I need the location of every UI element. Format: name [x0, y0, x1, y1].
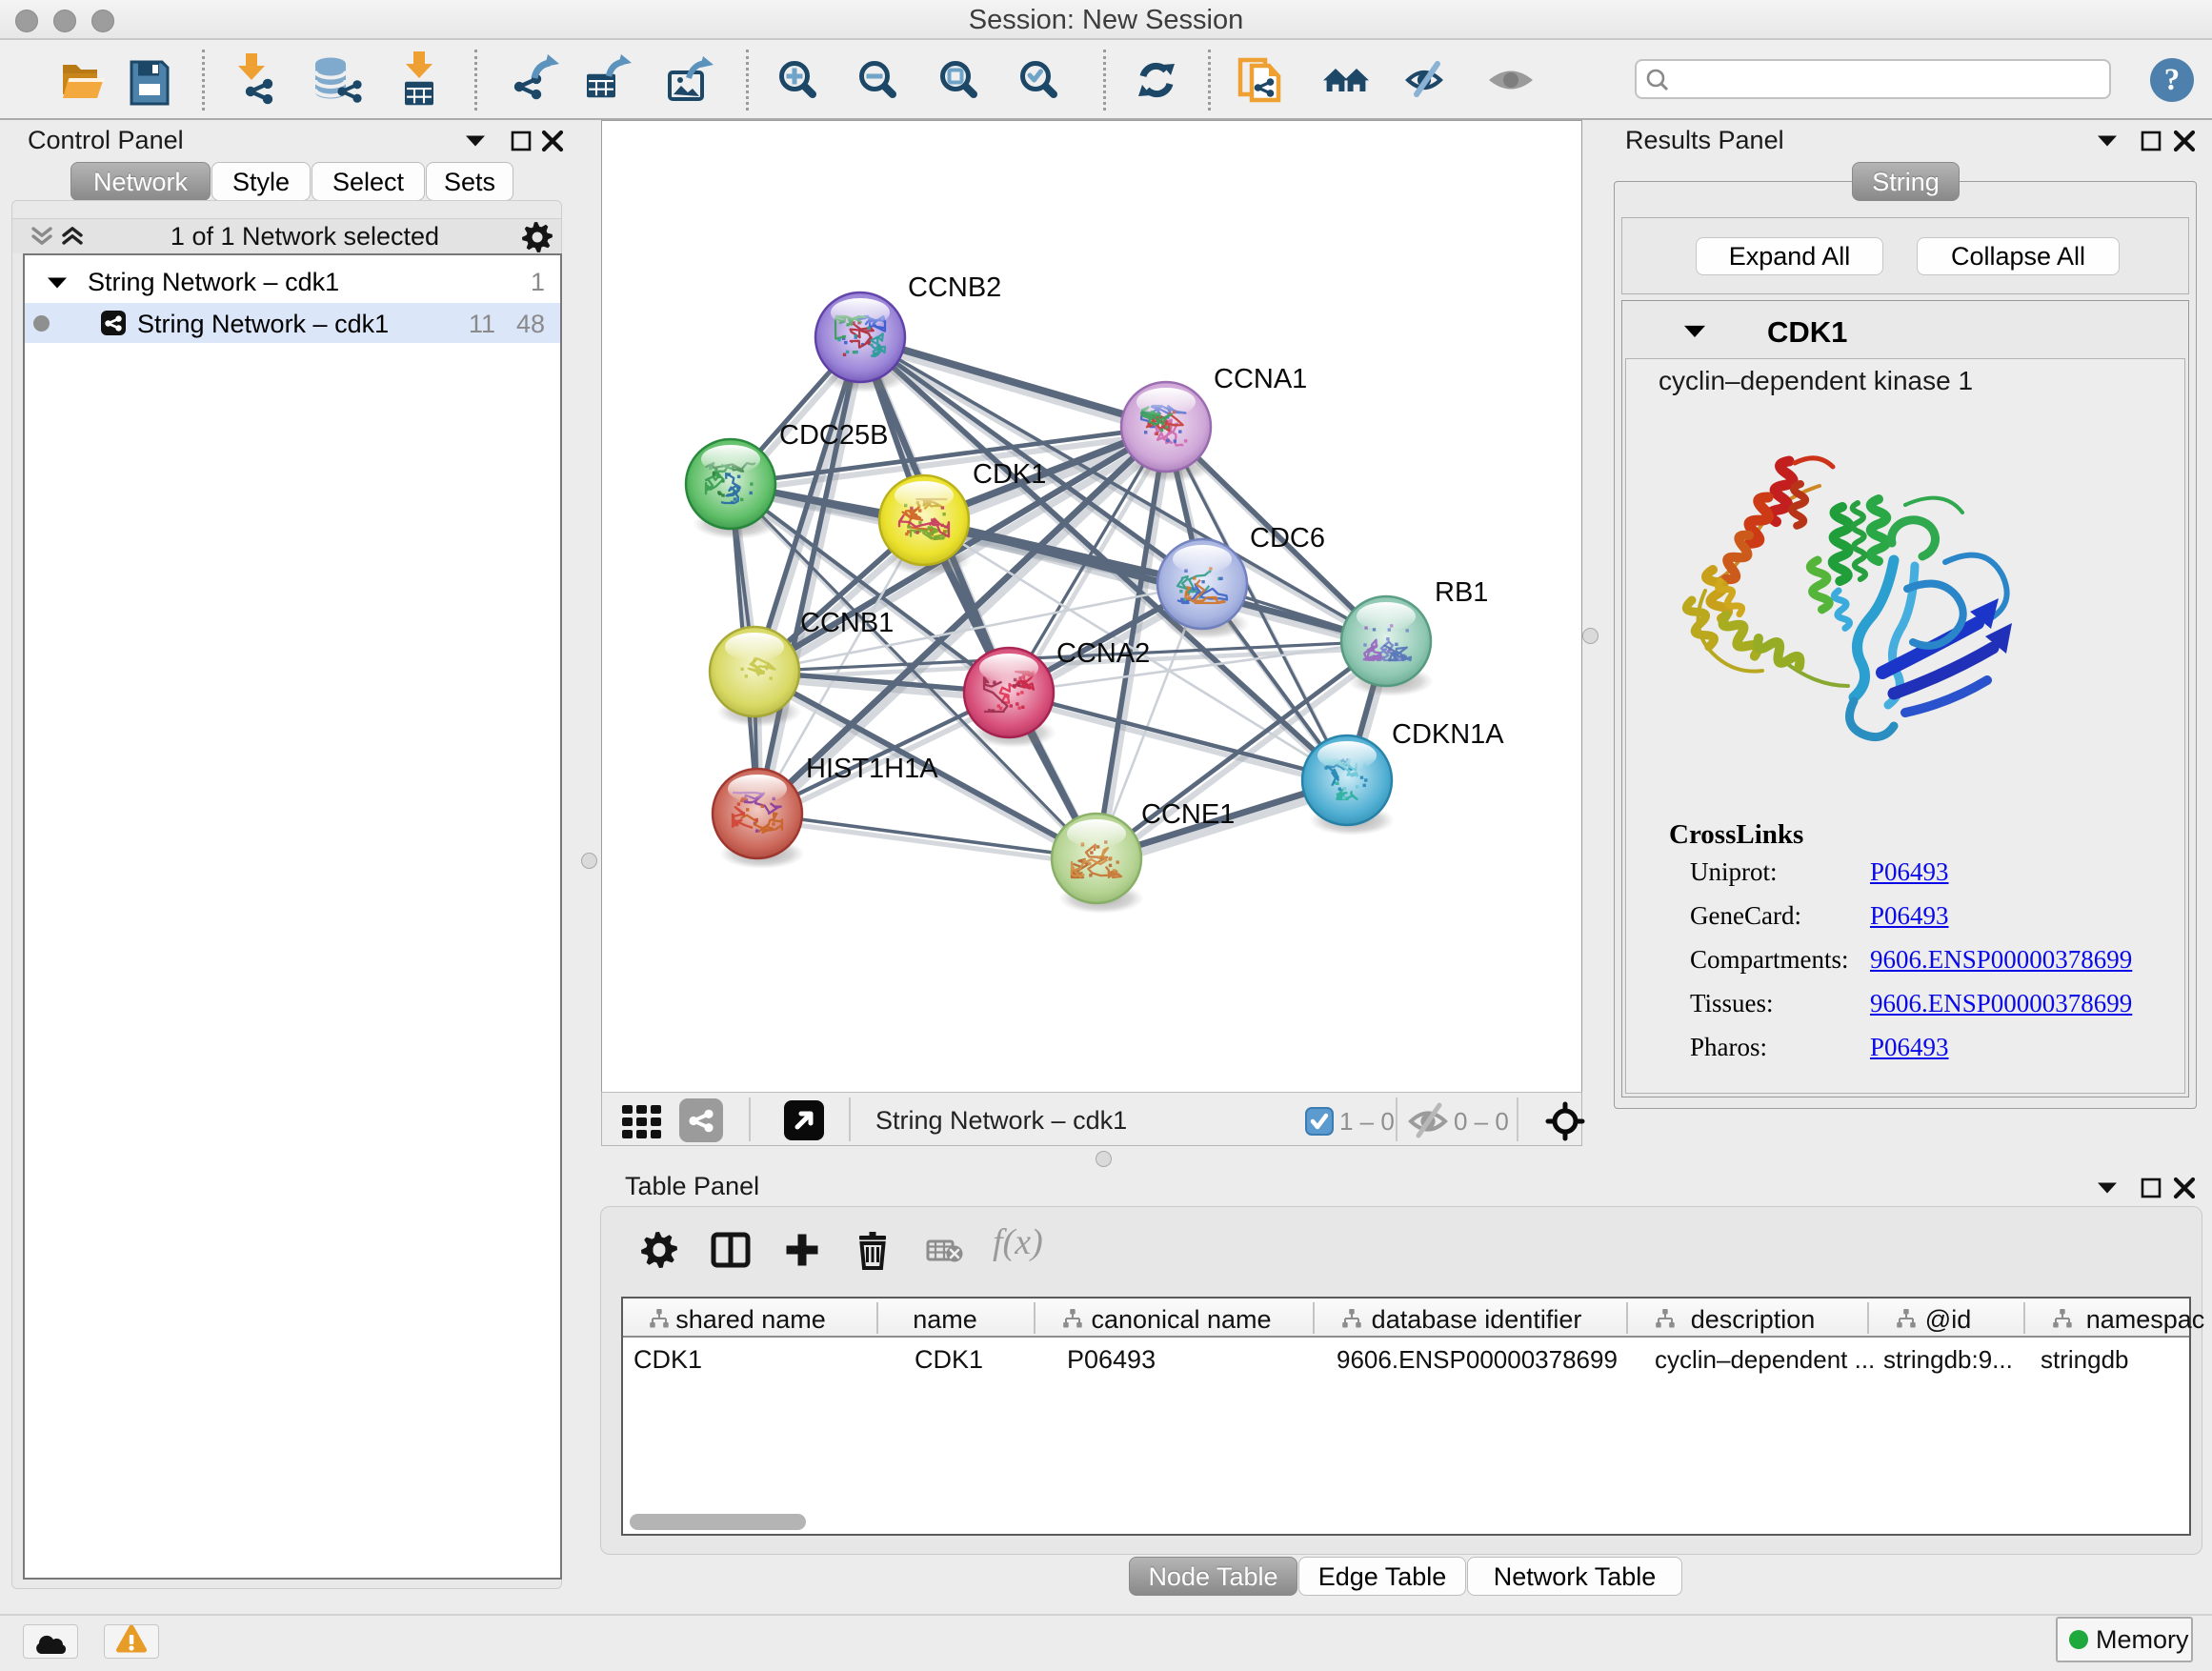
svg-text:HIST1H1A: HIST1H1A [806, 754, 938, 784]
svg-text:RB1: RB1 [1435, 577, 1488, 608]
svg-text:CCNB2: CCNB2 [908, 272, 1001, 303]
svg-text:CDK1: CDK1 [973, 459, 1046, 490]
svg-text:CCNB1: CCNB1 [800, 608, 894, 638]
svg-text:CDKN1A: CDKN1A [1392, 719, 1504, 750]
svg-text:CCNA2: CCNA2 [1056, 638, 1150, 669]
svg-text:CDC25B: CDC25B [779, 420, 888, 451]
svg-text:CCNE1: CCNE1 [1141, 799, 1235, 830]
svg-text:CDC6: CDC6 [1250, 523, 1325, 554]
svg-text:CCNA1: CCNA1 [1214, 364, 1307, 394]
